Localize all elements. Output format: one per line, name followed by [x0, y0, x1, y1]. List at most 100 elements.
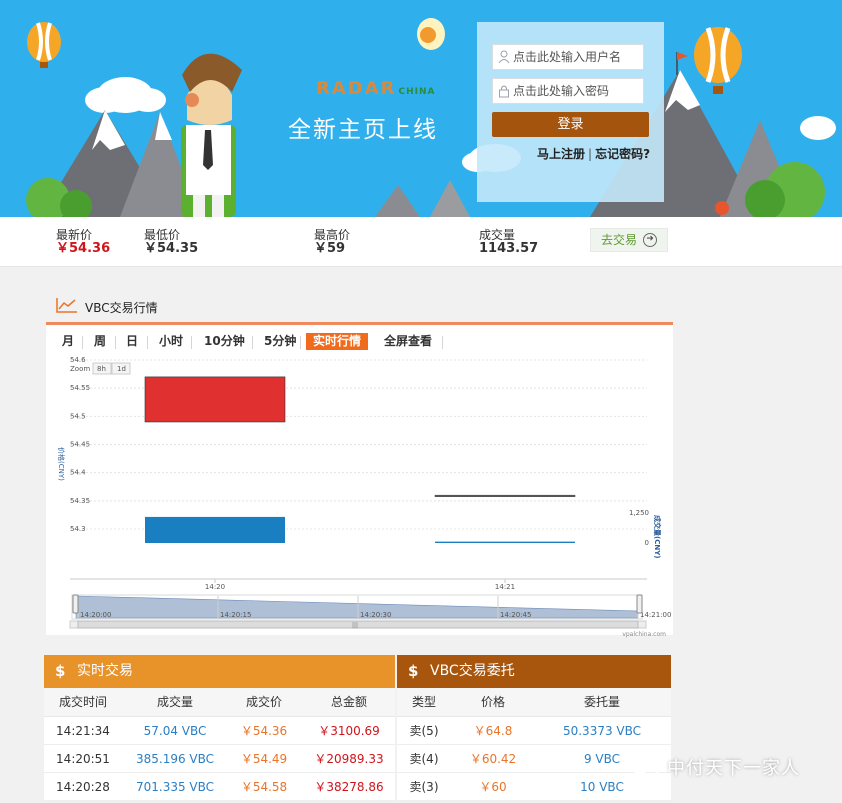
trade-time: 14:20:51	[56, 752, 110, 766]
tab-divider	[300, 336, 301, 349]
price-chart[interactable]: 54.6 54.55 54.5 54.45 54.4 54.35 54.3 1,250 0 价…	[46, 355, 673, 638]
go-trade-button[interactable]: 去交易 ➜	[590, 228, 668, 252]
zoom-8h-label: 8h	[97, 365, 106, 373]
navigator-right-handle[interactable]	[636, 594, 643, 614]
tab-5min[interactable]: 5分钟	[264, 333, 296, 350]
brand-sub: CHINA	[398, 87, 436, 97]
chart-section-title-text: VBC交易行情	[85, 301, 158, 315]
trade-volume: 385.196 VBC	[135, 752, 215, 766]
tab-fullscreen[interactable]: 全屏查看	[384, 333, 432, 350]
column-header: 总金额	[330, 695, 367, 709]
trades-column-header-row: 成交时间 成交量 成交价 总金额	[44, 688, 395, 717]
y-tick-label: 54.45	[70, 441, 90, 449]
scrollbar-grip-icon: |||	[352, 622, 358, 629]
stat-high-label: 最高价	[314, 228, 351, 242]
navigator-left-handle[interactable]	[72, 594, 79, 614]
tab-hour[interactable]: 小时	[159, 333, 183, 350]
navigator-tick-label: 14:20:45	[500, 611, 531, 619]
tab-month[interactable]: 月	[62, 333, 74, 350]
stat-latest: 最新价 ￥54.36	[56, 228, 110, 256]
login-button[interactable]: 登录	[492, 112, 649, 137]
chart-credit: vpalchina.com	[622, 631, 666, 638]
wechat-icon	[628, 754, 659, 777]
tab-divider	[115, 336, 116, 349]
login-links: 马上注册 | 忘记密码?	[537, 145, 650, 162]
trades-header: $ 实时交易	[44, 655, 395, 688]
password-input[interactable]	[513, 82, 639, 100]
chart-panel: 月 周 日 小时 10分钟 5分钟 实时行情 全屏查看 54.6 54.55 54.…	[46, 322, 673, 638]
navigator-tick-label: 14:20:15	[220, 611, 251, 619]
order-price: ￥64.8	[473, 724, 513, 738]
tab-10min[interactable]: 10分钟	[204, 333, 245, 350]
username-field[interactable]	[492, 44, 644, 70]
brand-name: RADAR	[316, 78, 397, 99]
y2-tick-label: 0	[645, 539, 649, 547]
hero-headline: 全新主页上线	[288, 117, 438, 143]
tab-divider	[442, 336, 443, 349]
column-header: 成交价	[245, 695, 282, 709]
y-tick-label: 54.3	[70, 525, 86, 533]
order-type: 卖(5)	[409, 724, 439, 738]
y2-axis-label: 成交量(CNY)	[653, 515, 662, 558]
x-tick-label: 14:21	[495, 583, 515, 591]
zoom-control: Zoom 8h 1d	[70, 362, 131, 375]
stat-volume-value: 1143.57	[479, 241, 539, 256]
trade-total: ￥38278.86	[314, 780, 384, 794]
navigator-tick-label: 14:21:00	[640, 611, 671, 619]
trade-price: ￥54.49	[240, 752, 288, 766]
navigator-tick-label: 14:20:30	[360, 611, 391, 619]
table-row: 卖(5) ￥64.8 50.3373 VBC	[397, 717, 671, 745]
order-amount: 50.3373 VBC	[562, 724, 642, 738]
tab-week[interactable]: 周	[94, 333, 106, 350]
price-stats-bar: 最新价 ￥54.36 最低价 ￥54.35 最高价 ￥59 成交量 1143.5…	[0, 217, 842, 267]
hero-banner: RADARCHINA 全新主页上线 登录 马上注册|忘记密码?	[0, 0, 842, 217]
zoom-1d-label: 1d	[117, 365, 126, 373]
y2-tick-label: 1,250	[629, 509, 649, 517]
orders-header: $ VBC交易委托	[397, 655, 671, 688]
y-tick-label: 54.6	[70, 356, 86, 364]
password-field[interactable]	[492, 78, 644, 104]
stat-volume: 成交量 1143.57	[479, 228, 538, 256]
stat-high: 最高价 ￥59	[314, 228, 350, 256]
column-header: 成交量	[156, 695, 193, 709]
stat-low: 最低价 ￥54.35	[144, 228, 198, 256]
table-row: 14:20:28 701.335 VBC ￥54.58 ￥38278.86	[44, 773, 395, 801]
volume-bar	[145, 516, 285, 543]
order-price: ￥60.42	[469, 752, 517, 766]
candle-bar	[434, 494, 576, 497]
column-header: 成交时间	[58, 695, 107, 709]
forgot-password-link[interactable]: 忘记密码?	[595, 147, 650, 161]
range-navigator[interactable]: 14:20:00 14:20:15 14:20:30 14:20:45 14:21:00…	[69, 594, 671, 629]
tab-divider	[252, 336, 253, 349]
tab-divider	[191, 336, 192, 349]
watermark-text: 中付天下一家人	[667, 758, 800, 779]
volume-bar	[435, 541, 575, 543]
y-tick-label: 54.4	[70, 469, 86, 477]
timeframe-tabs: 月 周 日 小时 10分钟 5分钟 实时行情 全屏查看	[46, 333, 673, 353]
register-link[interactable]: 马上注册	[537, 147, 585, 161]
zoom-label: Zoom	[70, 365, 90, 373]
tab-divider	[147, 336, 148, 349]
tab-realtime[interactable]: 实时行情	[306, 333, 369, 350]
trades-title: 实时交易	[77, 663, 133, 679]
login-panel: 登录 马上注册|忘记密码?	[477, 22, 664, 202]
username-input[interactable]	[513, 48, 639, 66]
column-header: 委托量	[583, 695, 620, 709]
trade-price: ￥54.58	[240, 780, 288, 794]
order-type: 卖(4)	[409, 752, 439, 766]
go-trade-label: 去交易	[601, 233, 638, 247]
trade-volume: 57.04 VBC	[143, 724, 207, 738]
user-icon	[498, 50, 510, 64]
link-separator: |	[588, 147, 593, 161]
table-row: 14:20:51 385.196 VBC ￥54.49 ￥20989.33	[44, 745, 395, 773]
column-header: 价格	[480, 695, 505, 709]
stat-latest-label: 最新价	[56, 228, 93, 242]
trade-volume: 701.335 VBC	[135, 780, 215, 794]
y-tick-label: 54.35	[70, 497, 90, 505]
tab-day[interactable]: 日	[126, 333, 138, 350]
trade-time: 14:21:34	[56, 724, 110, 738]
lock-icon	[499, 85, 509, 98]
arrow-right-icon: ➜	[643, 233, 657, 247]
column-header: 类型	[411, 695, 436, 709]
watermark: 中付天下一家人	[627, 752, 799, 782]
